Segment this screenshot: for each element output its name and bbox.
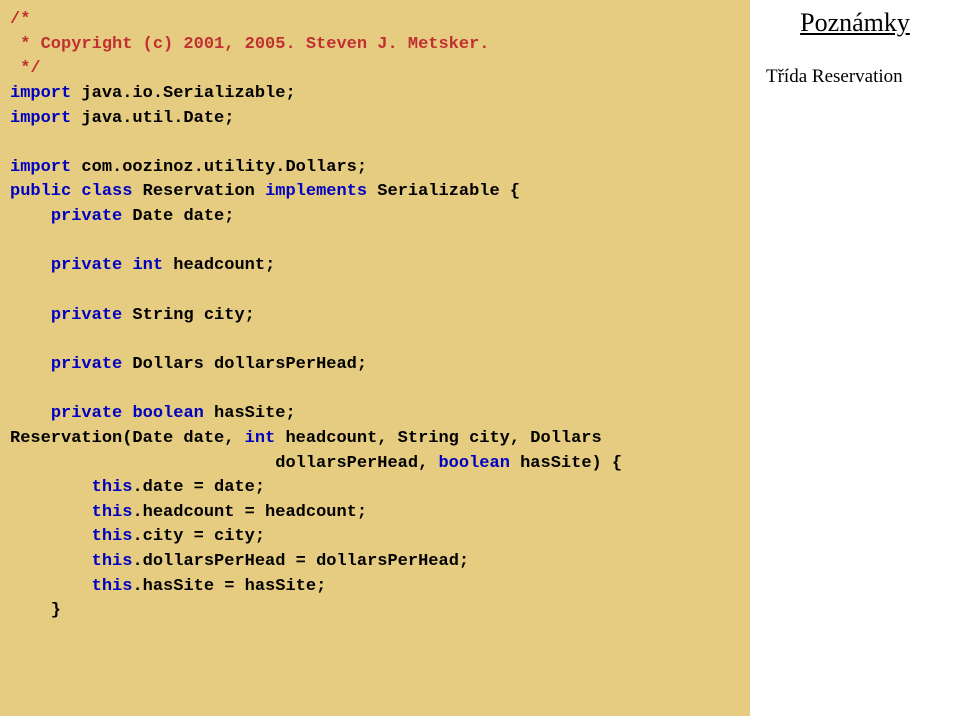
keyword-boolean: boolean	[132, 404, 203, 423]
keyword-boolean: boolean	[438, 454, 509, 473]
comment-line: /*	[10, 10, 30, 29]
code-text	[10, 478, 92, 497]
code-text: .hasSite = hasSite;	[132, 577, 326, 596]
keyword-this: this	[92, 552, 133, 571]
code-text: .city = city;	[132, 527, 265, 546]
code-text: .headcount = headcount;	[132, 503, 367, 522]
code-text	[10, 256, 51, 275]
keyword-private: private	[51, 207, 122, 226]
keyword-this: this	[92, 527, 133, 546]
keyword-import: import	[10, 109, 71, 128]
code-text	[10, 355, 51, 374]
code-text	[10, 552, 92, 571]
code-text: String city;	[122, 306, 255, 325]
keyword-import: import	[10, 158, 71, 177]
keyword-private: private	[51, 404, 122, 423]
code-text: java.io.Serializable;	[71, 84, 295, 103]
notes-panel: Poznámky Třída Reservation	[750, 0, 960, 716]
keyword-this: this	[92, 577, 133, 596]
code-text	[122, 256, 132, 275]
code-text: }	[10, 601, 61, 620]
notes-title: Poznámky	[762, 8, 948, 38]
keyword-this: this	[92, 503, 133, 522]
code-text: .date = date;	[132, 478, 265, 497]
keyword-int: int	[245, 429, 276, 448]
code-text	[10, 527, 92, 546]
keyword-import: import	[10, 84, 71, 103]
keyword-implements: implements	[265, 182, 367, 201]
code-text: hasSite;	[204, 404, 296, 423]
code-text: Serializable {	[367, 182, 520, 201]
keyword-class: class	[81, 182, 132, 201]
code-text: com.oozinoz.utility.Dollars;	[71, 158, 367, 177]
code-text	[10, 503, 92, 522]
code-text: Reservation(Date date,	[10, 429, 245, 448]
code-text: java.util.Date;	[71, 109, 234, 128]
code-text: Dollars dollarsPerHead;	[122, 355, 367, 374]
code-block: /* * Copyright (c) 2001, 2005. Steven J.…	[10, 8, 740, 624]
notes-text: Třída Reservation	[762, 66, 948, 88]
code-text: Date date;	[122, 207, 234, 226]
code-text: headcount;	[163, 256, 275, 275]
code-text	[10, 577, 92, 596]
code-text: .dollarsPerHead = dollarsPerHead;	[132, 552, 469, 571]
code-text: hasSite) {	[510, 454, 622, 473]
code-text: headcount, String city, Dollars	[275, 429, 601, 448]
comment-line: */	[10, 59, 41, 78]
keyword-this: this	[92, 478, 133, 497]
code-text: dollarsPerHead,	[10, 454, 438, 473]
code-panel: /* * Copyright (c) 2001, 2005. Steven J.…	[0, 0, 750, 716]
keyword-int: int	[132, 256, 163, 275]
keyword-private: private	[51, 256, 122, 275]
keyword-private: private	[51, 306, 122, 325]
code-text	[10, 207, 51, 226]
code-text	[10, 404, 51, 423]
code-text: Reservation	[132, 182, 265, 201]
code-text	[10, 306, 51, 325]
keyword-private: private	[51, 355, 122, 374]
code-text	[122, 404, 132, 423]
comment-line: * Copyright (c) 2001, 2005. Steven J. Me…	[10, 35, 489, 54]
code-text	[71, 182, 81, 201]
keyword-public: public	[10, 182, 71, 201]
